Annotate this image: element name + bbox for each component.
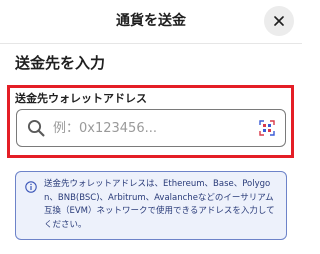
page-title: 通貨を送金	[116, 13, 186, 29]
qr-scan-icon[interactable]	[259, 120, 275, 136]
info-icon	[25, 181, 37, 193]
search-icon	[27, 119, 45, 137]
wallet-address-label: 送金先ウォレットアドレス	[15, 92, 147, 105]
info-text: 送金先ウォレットアドレスは、Ethereum、Base、Polygon、BNB(…	[44, 179, 275, 230]
wallet-address-input[interactable]	[53, 116, 249, 140]
header: 通貨を送金	[0, 0, 302, 44]
close-button[interactable]	[264, 6, 294, 36]
info-notice: 送金先ウォレットアドレスは、Ethereum、Base、Polygon、BNB(…	[15, 171, 287, 240]
send-currency-screen: 通貨を送金 送金先を入力 送金先ウォレットアドレス 例：0x123456... …	[0, 0, 302, 254]
wallet-address-field[interactable]	[16, 109, 286, 147]
close-icon	[274, 16, 284, 26]
section-title: 送金先を入力	[15, 54, 106, 72]
